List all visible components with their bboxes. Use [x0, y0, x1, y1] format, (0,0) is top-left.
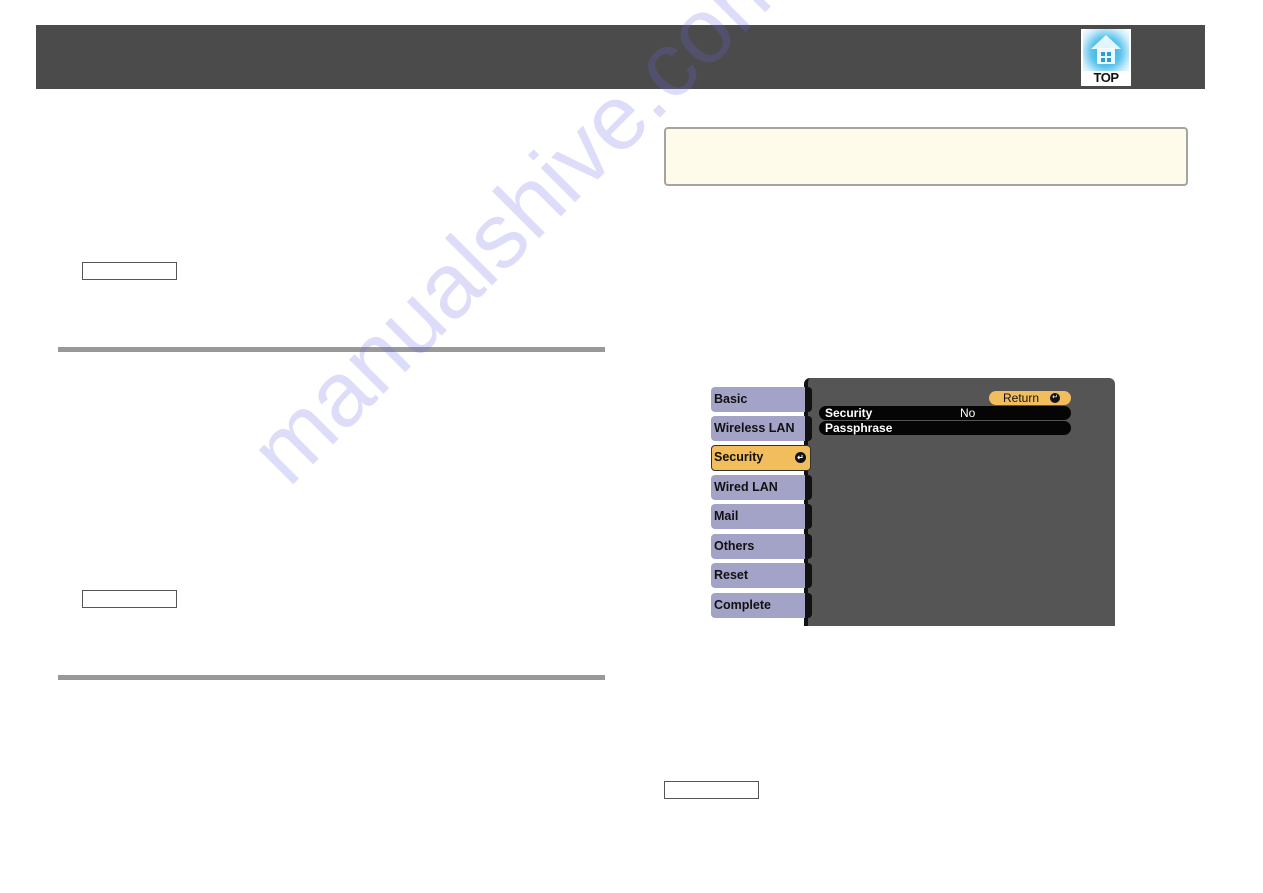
tab-notch [804, 504, 812, 529]
top-link-button[interactable]: TOP [1081, 29, 1131, 86]
setting-row-security[interactable]: Security No [819, 406, 1071, 420]
osd-tab-others[interactable]: Others [711, 534, 805, 559]
osd-tab-mail[interactable]: Mail [711, 504, 805, 529]
window-icon [1107, 58, 1111, 62]
tab-notch [804, 475, 812, 500]
setting-row-passphrase[interactable]: Passphrase [819, 421, 1071, 435]
window-icon [1101, 58, 1105, 62]
house-icon [1097, 48, 1115, 64]
tab-label: Reset [714, 568, 749, 582]
tab-label: Wired LAN [714, 480, 778, 494]
reference-link-box[interactable] [82, 262, 177, 280]
osd-tab-complete[interactable]: Complete [711, 593, 805, 618]
section-divider [58, 347, 605, 352]
tab-label: Wireless LAN [714, 421, 795, 435]
section-divider [58, 675, 605, 680]
tab-label: Basic [714, 392, 748, 406]
setting-label: Passphrase [825, 421, 893, 435]
reference-link-box[interactable] [82, 590, 177, 608]
note-box [664, 127, 1188, 186]
return-button[interactable]: Return ↵ [989, 391, 1071, 405]
osd-tab-reset[interactable]: Reset [711, 563, 805, 588]
tab-notch [804, 534, 812, 559]
enter-icon: ↵ [795, 452, 806, 463]
window-icon [1107, 52, 1111, 56]
tab-notch [804, 563, 812, 588]
page-header-band [36, 25, 1205, 89]
tab-label: Mail [714, 509, 739, 523]
tab-label: Others [714, 539, 755, 553]
osd-tab-security[interactable]: Security ↵ [711, 445, 811, 471]
reference-link-box[interactable] [664, 781, 759, 799]
osd-tab-wired-lan[interactable]: Wired LAN [711, 475, 805, 500]
osd-tab-basic[interactable]: Basic [711, 387, 805, 412]
osd-tab-wireless-lan[interactable]: Wireless LAN [711, 416, 805, 441]
return-label: Return [1003, 391, 1040, 405]
tab-notch [804, 593, 812, 618]
enter-icon: ↵ [1050, 393, 1060, 403]
tab-notch [804, 416, 812, 441]
top-label: TOP [1093, 70, 1120, 85]
tab-notch [804, 387, 812, 412]
arrow-up-icon [1091, 35, 1121, 49]
tab-label: Complete [714, 598, 771, 612]
setting-label: Security [825, 406, 873, 420]
setting-value: No [960, 406, 976, 420]
window-icon [1101, 52, 1105, 56]
tab-label: Security [714, 450, 764, 464]
